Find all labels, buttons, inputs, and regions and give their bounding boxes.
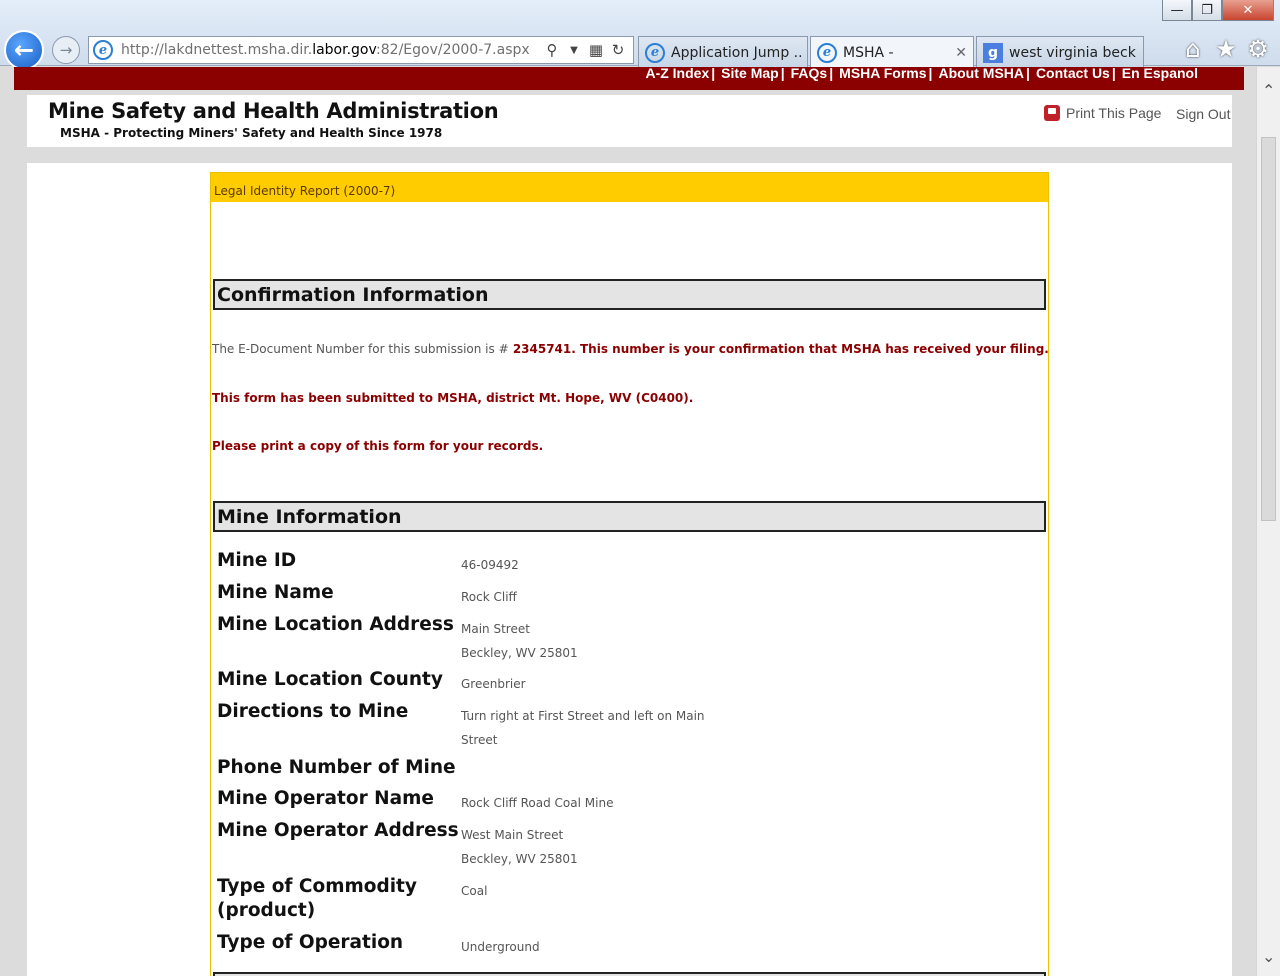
minimize-icon[interactable]: — xyxy=(1162,0,1192,21)
print-reminder: Please print a copy of this form for you… xyxy=(212,439,544,453)
field-label-mine-name: Mine Name xyxy=(217,582,334,603)
field-label-type-of-commodity: Type of Commodity (product) xyxy=(217,876,417,921)
scroll-down-icon[interactable]: ⌄ xyxy=(1262,947,1275,966)
favorites-star-icon[interactable]: ★ xyxy=(1211,34,1241,64)
field-label-mine-operator-address: Mine Operator Address xyxy=(217,820,459,841)
field-label-mine-id: Mine ID xyxy=(217,550,297,571)
page-viewport: A-Z Index | Site Map | FAQs | MSHA Forms | A… xyxy=(0,67,1256,976)
nav-link-en-espanol[interactable]: En Espanol xyxy=(1122,67,1198,80)
confirmation-doc-number: The E-Document Number for this submissio… xyxy=(212,342,1049,356)
mine-info-section-header: Mine Information xyxy=(213,501,1046,532)
field-value-mine-operator-address-line2: Beckley, WV 25801 xyxy=(461,852,578,866)
field-value-directions-line1: Turn right at First Street and left on M… xyxy=(461,709,705,723)
field-value-mine-name: Rock Cliff xyxy=(461,590,517,604)
refresh-icon[interactable]: ↻ xyxy=(607,39,629,61)
google-icon: g xyxy=(983,42,1003,63)
form-container: Legal Identity Report (2000-7) Confirmat… xyxy=(210,172,1049,976)
form-title: Legal Identity Report (2000-7) xyxy=(214,184,396,198)
field-label-directions-to-mine: Directions to Mine xyxy=(217,701,409,722)
forward-button[interactable]: → xyxy=(52,36,80,64)
tab-label: west virginia beckl... xyxy=(1009,44,1137,61)
back-button[interactable]: ← xyxy=(4,30,44,70)
nav-link-site-map[interactable]: Site Map xyxy=(721,67,779,80)
field-label-mine-location-address: Mine Location Address xyxy=(217,614,454,635)
nav-separator: | xyxy=(780,67,785,81)
doc-number-prefix: The E-Document Number for this submissio… xyxy=(212,342,509,356)
address-bar[interactable]: e http://lakdnettest.msha.dir.labor.gov:… xyxy=(88,36,634,64)
nav-link-about-msha[interactable]: About MSHA xyxy=(938,67,1024,80)
field-value-mine-location-address-line1: Main Street xyxy=(461,622,530,636)
home-icon[interactable]: ⌂ xyxy=(1178,34,1208,64)
field-value-mine-operator-address-line1: West Main Street xyxy=(461,828,564,842)
browser-chrome: — ❐ ✕ ← → e http://lakdnettest.msha.dir.… xyxy=(0,0,1280,70)
sign-out-link[interactable]: Sign Out xyxy=(1176,106,1230,122)
section-heading: Confirmation Information xyxy=(217,284,489,306)
tab-label: Application Jump ... xyxy=(671,44,801,61)
settings-gear-icon[interactable]: ⚙ xyxy=(1243,34,1273,64)
submitted-message: This form has been submitted to MSHA, di… xyxy=(212,391,694,405)
nav-separator: | xyxy=(829,67,834,81)
close-tab-icon[interactable]: ✕ xyxy=(955,45,967,61)
url-input[interactable]: http://lakdnettest.msha.dir.labor.gov:82… xyxy=(121,42,541,58)
confirmation-section-header: Confirmation Information xyxy=(213,279,1046,310)
field-value-mine-id: 46-09492 xyxy=(461,558,519,572)
field-value-mine-operator-name: Rock Cliff Road Coal Mine xyxy=(461,796,614,810)
field-label-phone-number: Phone Number of Mine xyxy=(217,757,456,778)
print-page-button[interactable]: Print This Page xyxy=(1044,105,1161,121)
nav-link-a-z-index[interactable]: A-Z Index xyxy=(645,67,709,80)
nav-separator: | xyxy=(1111,67,1116,81)
url-prefix: http://lakdnettest.msha.dir. xyxy=(121,42,313,58)
field-label-type-of-operation: Type of Operation xyxy=(217,932,404,953)
scroll-up-icon[interactable]: ⌃ xyxy=(1262,81,1275,100)
section-heading: Mine Information xyxy=(217,506,402,528)
top-navigation: A-Z Index | Site Map | FAQs | MSHA Forms | A… xyxy=(14,67,1244,90)
search-icon[interactable]: ⚲ xyxy=(541,39,563,61)
field-value-mine-location-county: Greenbrier xyxy=(461,677,526,691)
compatibility-view-icon[interactable]: ▦ xyxy=(585,39,607,61)
tab-label: MSHA - xyxy=(843,44,894,61)
ie-page-icon: e xyxy=(93,40,113,60)
restore-icon[interactable]: ❐ xyxy=(1192,0,1222,21)
dropdown-icon[interactable]: ▼ xyxy=(563,39,585,61)
field-value-mine-location-address-line2: Beckley, WV 25801 xyxy=(461,646,578,660)
close-window-icon[interactable]: ✕ xyxy=(1222,0,1274,21)
next-section-header-edge xyxy=(213,972,1046,976)
tab-msha[interactable]: e MSHA - ✕ xyxy=(810,36,974,68)
scrollbar-thumb[interactable] xyxy=(1261,137,1276,521)
field-value-directions-line2: Street xyxy=(461,733,498,747)
field-label-mine-operator-name: Mine Operator Name xyxy=(217,788,434,809)
vertical-scrollbar[interactable]: ⌃ ⌄ xyxy=(1256,67,1280,976)
printer-icon xyxy=(1044,105,1060,121)
nav-link-msha-forms[interactable]: MSHA Forms xyxy=(839,67,926,80)
nav-separator: | xyxy=(711,67,716,81)
print-page-label: Print This Page xyxy=(1066,105,1162,121)
arrow-left-icon: ← xyxy=(13,36,35,64)
ie-tab-icon: e xyxy=(645,42,665,63)
field-value-type-of-operation: Underground xyxy=(461,940,540,954)
agency-tagline: MSHA - Protecting Miners' Safety and Hea… xyxy=(60,126,443,140)
field-label-mine-location-county: Mine Location County xyxy=(217,669,443,690)
nav-separator: | xyxy=(1026,67,1030,81)
url-suffix: :82/Egov/2000-7.aspx xyxy=(376,42,530,58)
doc-number-text: 2345741. This number is your confirmatio… xyxy=(512,342,1049,356)
tab-west-virginia[interactable]: g west virginia beckl... xyxy=(976,36,1144,68)
nav-separator: | xyxy=(928,67,933,81)
nav-link-contact-us[interactable]: Contact Us xyxy=(1036,67,1110,80)
arrow-right-icon: → xyxy=(59,41,73,59)
tab-application-jump[interactable]: e Application Jump ... xyxy=(638,36,808,68)
nav-link-faqs[interactable]: FAQs xyxy=(791,67,828,80)
window-controls: — ❐ ✕ xyxy=(1162,0,1274,22)
form-header-bar: Legal Identity Report (2000-7) xyxy=(211,173,1048,202)
field-value-type-of-commodity: Coal xyxy=(461,884,488,898)
site-header: Mine Safety and Health Administration MS… xyxy=(27,95,1232,147)
ie-tab-icon: e xyxy=(817,42,837,63)
url-domain: labor.gov xyxy=(312,42,377,58)
agency-title: Mine Safety and Health Administration xyxy=(48,99,499,123)
